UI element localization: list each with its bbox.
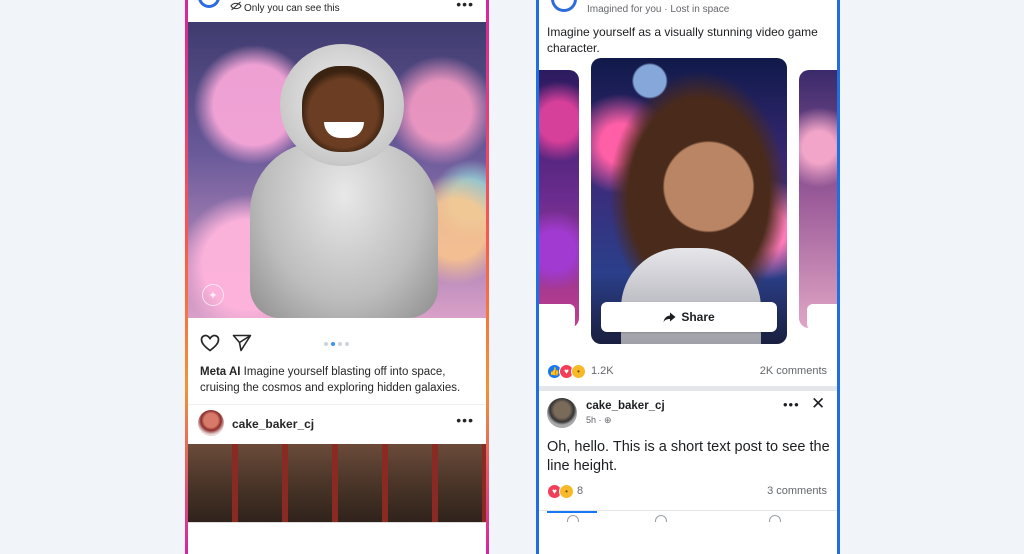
caption-text: Imagine yourself blasting off into space… xyxy=(200,366,461,394)
astronaut-face xyxy=(302,66,384,152)
share-button-partial xyxy=(807,304,837,330)
home-icon[interactable] xyxy=(567,515,579,522)
post-prompt: Imagine yourself as a visually stunning … xyxy=(547,25,818,55)
bottom-tab-bar xyxy=(188,522,486,531)
caption-author[interactable]: Meta AI xyxy=(200,366,240,378)
next-post-header: cake_baker_cj ••• xyxy=(188,408,486,438)
comment-count[interactable]: 2K comments xyxy=(760,365,827,377)
more-options-icon[interactable]: ••• xyxy=(456,0,474,12)
bottom-tab-bar xyxy=(539,510,837,523)
divider xyxy=(539,386,837,391)
notifications-icon[interactable] xyxy=(769,515,781,522)
astronaut-suit xyxy=(250,142,438,318)
next-post-username[interactable]: cake_baker_cj xyxy=(232,417,314,431)
more-options-icon[interactable]: ••• xyxy=(456,412,474,428)
reaction-count: 8 xyxy=(577,485,584,497)
post-header: Only you can see this ••• xyxy=(188,0,486,22)
imagined-meta: Imagined for you · Lost in space xyxy=(587,4,730,15)
send-icon[interactable] xyxy=(232,334,252,357)
share-label: Share xyxy=(681,310,715,324)
post-actions xyxy=(188,334,486,358)
carousel-dot xyxy=(338,342,342,346)
close-icon[interactable]: ✕ xyxy=(811,394,825,414)
post-username[interactable]: cake_baker_cj xyxy=(586,400,665,412)
carousel-card-previous[interactable] xyxy=(539,70,579,328)
comment-count[interactable]: 3 comments xyxy=(767,485,827,497)
eye-off-icon xyxy=(230,1,242,14)
post-image-astronaut[interactable]: ✦ xyxy=(188,22,486,318)
visibility-note: Only you can see this xyxy=(244,3,340,14)
share-arrow-icon xyxy=(663,312,676,322)
carousel-dot-active xyxy=(331,342,335,346)
wow-reaction-icon: • xyxy=(571,364,586,379)
reaction-icons: 👍 ♥ • xyxy=(547,364,586,379)
carousel-card-next[interactable] xyxy=(799,70,837,328)
facebook-phone-mockup: Imagined for you · Lost in space Imagine… xyxy=(536,0,840,554)
reactions-summary[interactable]: 👍 ♥ • 1.2K 2K comments xyxy=(547,364,831,382)
share-button-partial xyxy=(539,304,575,330)
reaction-icons: ♥ • xyxy=(547,484,574,499)
avatar[interactable] xyxy=(198,410,224,436)
instagram-phone-mockup: Only you can see this ••• ✦ Meta AI Imag… xyxy=(185,0,489,554)
reaction-count: 1.2K xyxy=(591,365,614,377)
active-tab-indicator xyxy=(547,511,597,513)
reactions-summary[interactable]: ♥ • 8 3 comments xyxy=(547,484,831,502)
avatar[interactable] xyxy=(547,398,577,428)
post-time: 5h · ⊕ xyxy=(586,415,612,425)
globe-icon: ⊕ xyxy=(604,415,612,425)
meta-ai-avatar[interactable] xyxy=(198,0,220,8)
wow-reaction-icon: • xyxy=(559,484,574,499)
carousel-dot xyxy=(324,342,328,346)
meta-ai-avatar[interactable] xyxy=(551,0,577,12)
post-caption: Meta AI Imagine yourself blasting off in… xyxy=(200,364,480,396)
divider xyxy=(188,404,486,405)
carousel-dot xyxy=(345,342,349,346)
post-text: Oh, hello. This is a short text post to … xyxy=(547,439,830,474)
image-carousel[interactable]: Share xyxy=(539,58,837,348)
heart-icon[interactable] xyxy=(200,334,220,357)
watch-icon[interactable] xyxy=(655,515,667,522)
ai-sparkle-icon: ✦ xyxy=(202,284,224,306)
share-button[interactable]: Share xyxy=(601,302,777,332)
carousel-indicator xyxy=(324,342,349,346)
more-options-icon[interactable]: ••• xyxy=(783,397,800,412)
next-post-image[interactable] xyxy=(188,444,486,524)
